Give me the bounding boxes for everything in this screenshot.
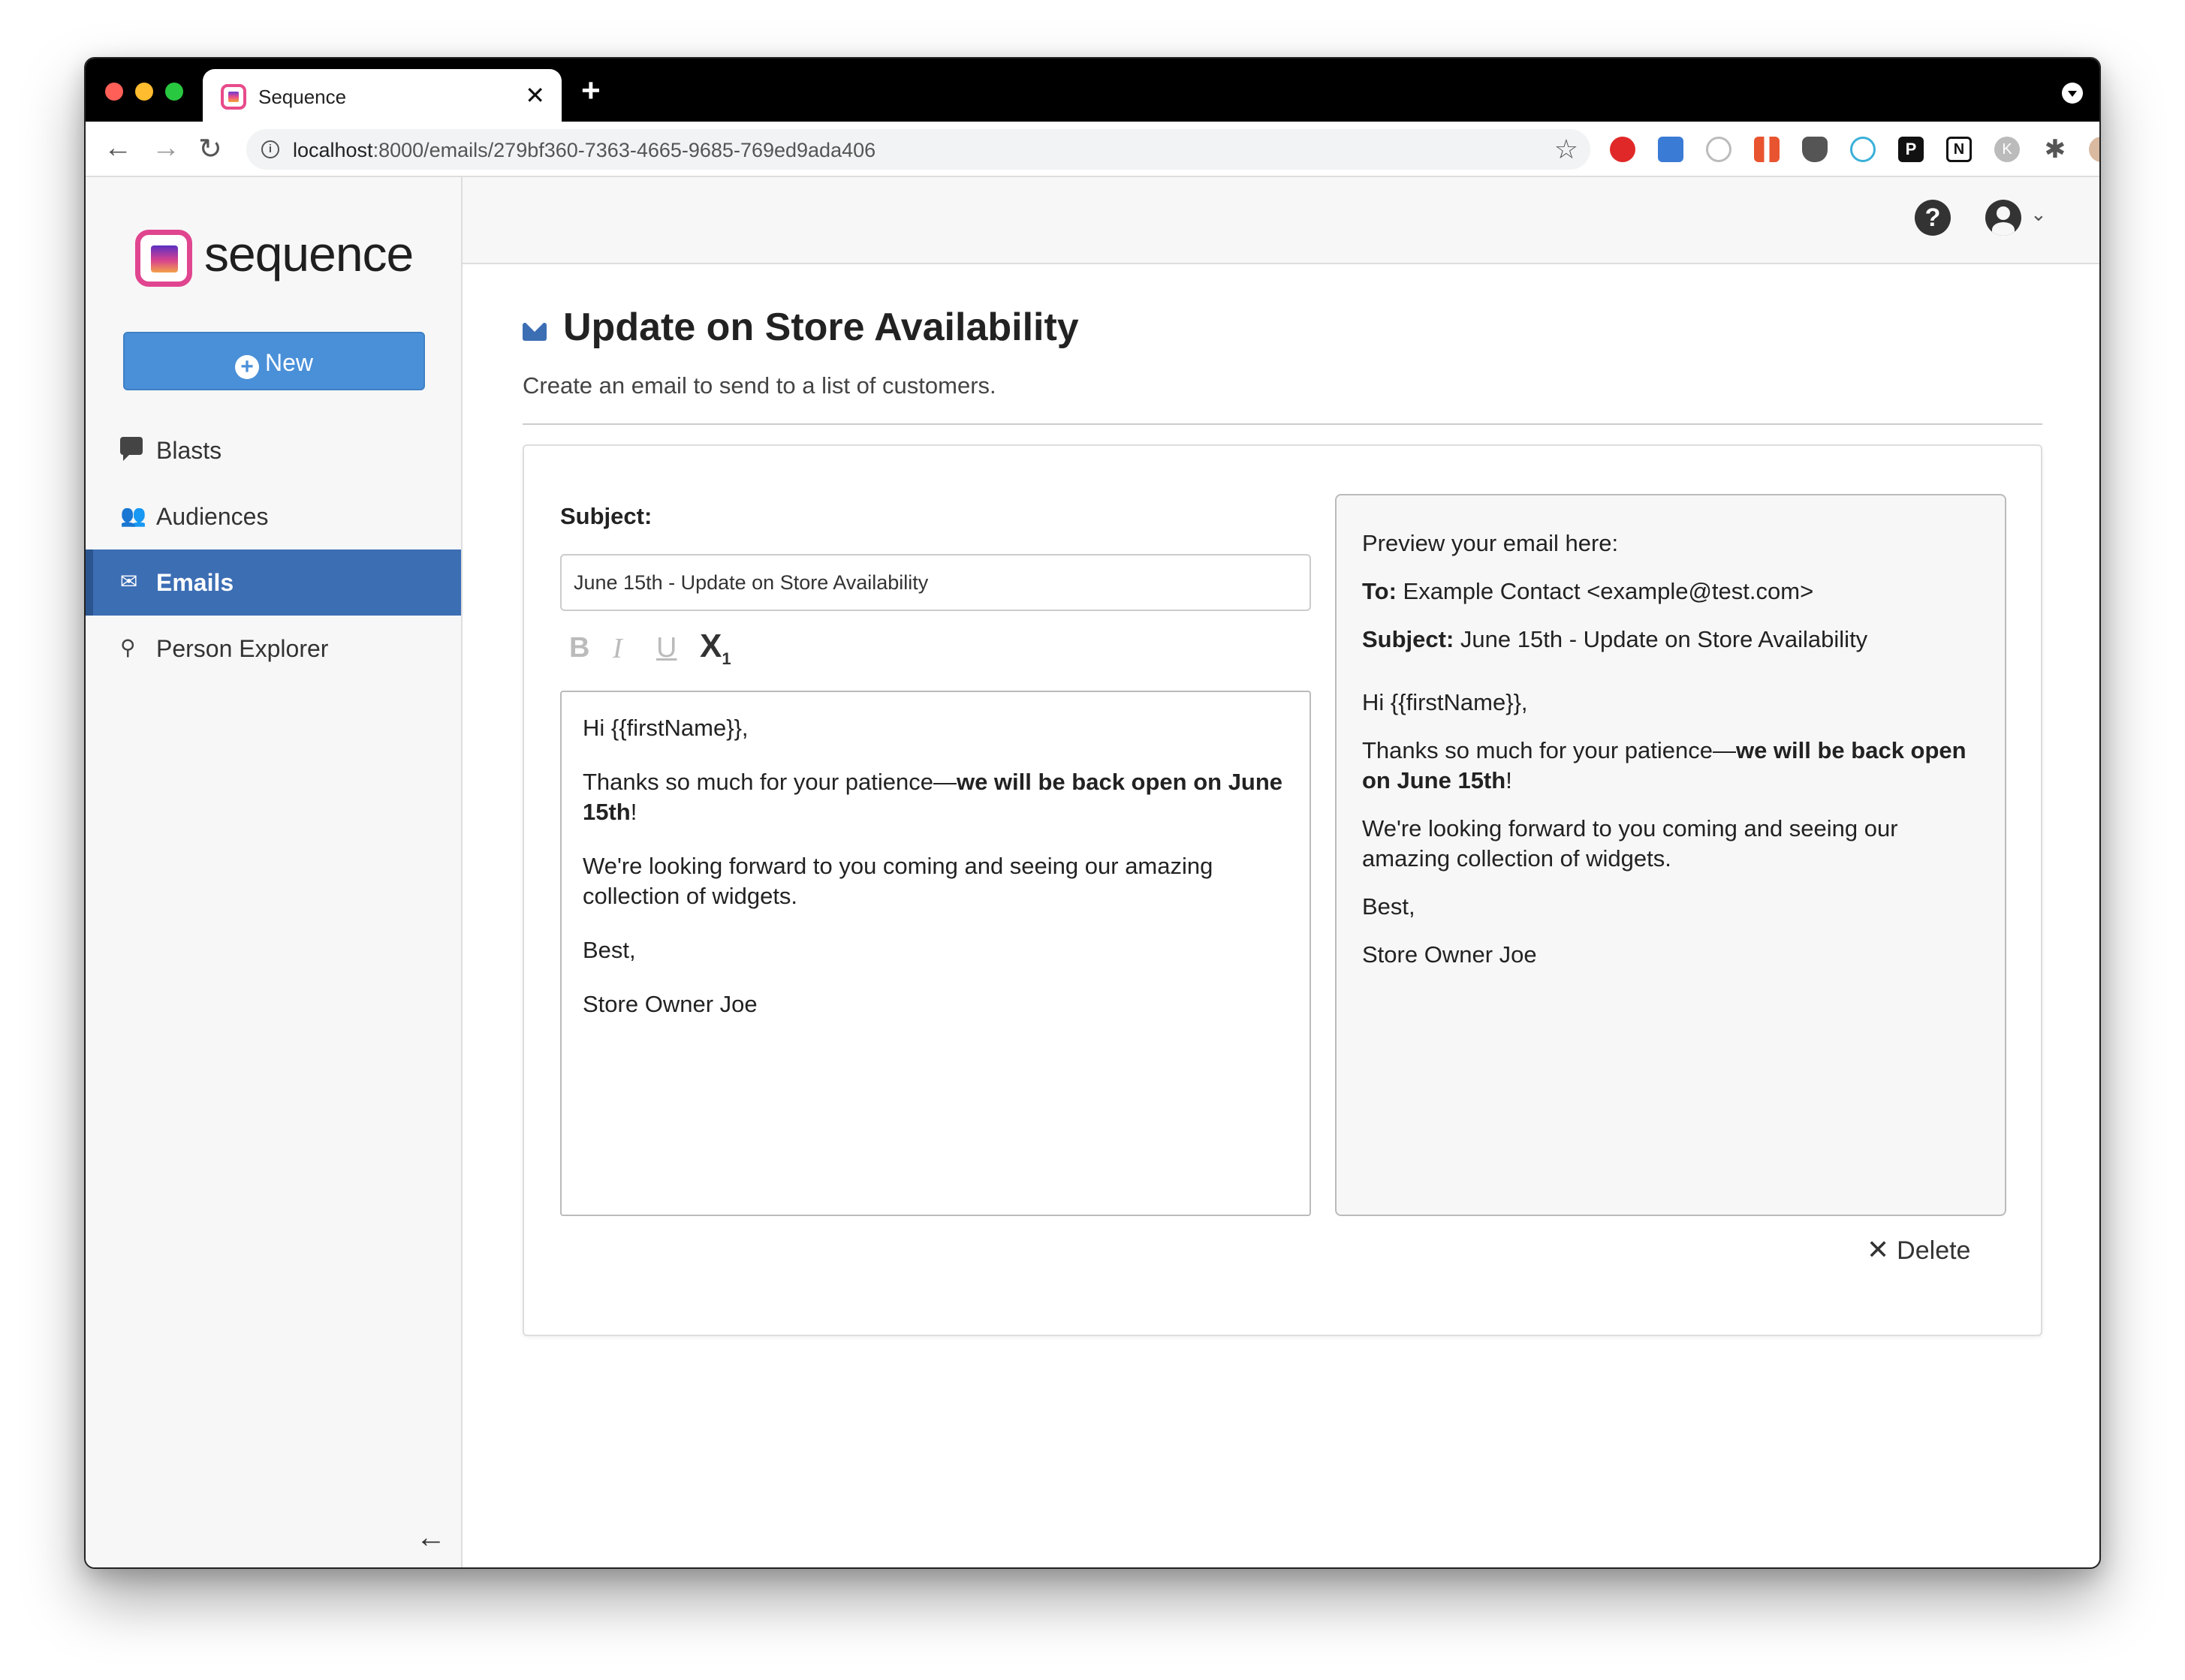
subject-input[interactable]: [560, 554, 1311, 611]
sequence-favicon-icon: [221, 84, 246, 110]
preview-paragraph: We're looking forward to you coming and …: [1362, 815, 1898, 872]
preview-text-end: !: [1505, 767, 1512, 793]
url-text[interactable]: localhost:8000/emails/279bf360-7363-4665…: [293, 139, 876, 162]
chevron-down-icon[interactable]: ⌄: [2030, 203, 2047, 226]
preview-greeting: Hi {{firstName}},: [1362, 689, 1528, 715]
new-tab-button[interactable]: +: [581, 72, 601, 110]
help-icon[interactable]: ?: [1915, 200, 1951, 236]
minimize-window-button[interactable]: [135, 83, 153, 101]
subscript-x: X: [700, 628, 722, 664]
tab-search-icon[interactable]: [2062, 83, 2083, 104]
user-avatar-icon[interactable]: [1985, 200, 2021, 236]
subject-label: Subject:: [560, 503, 652, 529]
extension-download-icon[interactable]: [1658, 137, 1683, 162]
close-icon: ✕: [1867, 1234, 1890, 1265]
email-preview: Preview your email here: To: Example Con…: [1335, 494, 2006, 1216]
plus-circle-icon: +: [234, 355, 259, 379]
bold-button[interactable]: B: [569, 632, 589, 664]
sidebar-item-label: Audiences: [156, 503, 269, 530]
users-icon: 👥: [120, 504, 146, 527]
extension-circle-icon[interactable]: [1706, 137, 1731, 162]
info-icon[interactable]: i: [261, 140, 279, 158]
subscript-1: 1: [722, 649, 731, 668]
browser-titlebar: Sequence ✕ +: [86, 59, 2099, 122]
top-bar: ? ⌄: [463, 177, 2099, 264]
delete-button[interactable]: ✕ Delete: [1867, 1234, 1970, 1266]
sidebar-item-label: Person Explorer: [156, 635, 329, 662]
main-content: ? ⌄ Update on Store Availability Create …: [463, 177, 2099, 1567]
extension-shield-icon[interactable]: [1802, 137, 1828, 162]
tab-close-icon[interactable]: ✕: [525, 81, 545, 110]
extension-red-icon[interactable]: [1610, 137, 1635, 162]
sequence-logo-icon: [135, 230, 192, 287]
browser-tab[interactable]: Sequence ✕: [203, 69, 562, 122]
new-button-label: New: [264, 349, 313, 376]
preview-paragraph: Thanks so much for your patience—we will…: [1362, 736, 1979, 796]
preview-subject: Subject: June 15th - Update on Store Ava…: [1362, 625, 1979, 655]
body-signature: Store Owner Joe: [583, 991, 758, 1017]
sidebar-item-audiences[interactable]: 👥 Audiences: [86, 483, 461, 549]
address-bar[interactable]: i localhost:8000/emails/279bf360-7363-46…: [246, 129, 1590, 170]
preview-subject-value: June 15th - Update on Store Availability: [1454, 626, 1868, 652]
sidebar-item-blasts[interactable]: Blasts: [86, 417, 461, 483]
close-window-button[interactable]: [105, 83, 123, 101]
body-text-end: !: [630, 799, 637, 825]
body-paragraph: We're looking forward to you coming and …: [583, 853, 1213, 909]
preview-to-label: To:: [1362, 578, 1397, 604]
profile-avatar[interactable]: [2089, 137, 2099, 162]
back-arrow-icon[interactable]: ←: [104, 132, 132, 164]
forward-arrow-icon[interactable]: →: [152, 132, 180, 164]
preview-signoff: Best,: [1362, 893, 1415, 920]
extension-notion-icon[interactable]: N: [1946, 137, 1972, 162]
bookmark-star-icon[interactable]: ☆: [1554, 134, 1578, 165]
browser-toolbar: ← → ↻ i localhost:8000/emails/279bf360-7…: [86, 122, 2099, 177]
preview-to: To: Example Contact <example@test.com>: [1362, 577, 1979, 607]
page-title: Update on Store Availability: [563, 306, 1079, 349]
extension-react-icon[interactable]: [1850, 137, 1876, 162]
app: sequence + New Blasts 👥 Audiences ✉ Email…: [86, 177, 2099, 1567]
extension-k-icon[interactable]: K: [1994, 137, 2020, 162]
underline-button[interactable]: U: [656, 632, 677, 664]
sidebar-item-label: Blasts: [156, 437, 222, 464]
sidebar: sequence + New Blasts 👥 Audiences ✉ Email…: [86, 177, 463, 1567]
url-path: :8000/emails/279bf360-7363-4665-9685-769…: [372, 139, 876, 161]
body-text: Thanks so much for your patience—: [583, 769, 957, 795]
collapse-sidebar-arrow-icon[interactable]: ←: [416, 1521, 446, 1555]
sidebar-item-person-explorer[interactable]: ⚲ Person Explorer: [86, 616, 461, 682]
envelope-icon: [523, 323, 547, 341]
envelope-icon: ✉: [120, 570, 138, 593]
email-body-editor[interactable]: Hi {{firstName}}, Thanks so much for you…: [560, 691, 1311, 1216]
new-button[interactable]: + New: [123, 332, 425, 390]
page-description: Create an email to send to a list of cus…: [523, 372, 996, 399]
reload-icon[interactable]: ↻: [198, 132, 222, 166]
preview-signature: Store Owner Joe: [1362, 941, 1537, 968]
preview-heading: Preview your email here:: [1362, 530, 1619, 556]
url-host: localhost: [293, 139, 373, 161]
chat-icon: [120, 437, 143, 461]
sidebar-item-emails[interactable]: ✉ Emails: [86, 549, 461, 616]
italic-button[interactable]: I: [613, 632, 622, 665]
preview-to-value: Example Contact <example@test.com>: [1396, 578, 1814, 604]
email-editor-card: Subject: B I U X1 Hi {{firstName}}, Than…: [523, 444, 2042, 1336]
delete-label: Delete: [1897, 1236, 1971, 1265]
maximize-window-button[interactable]: [165, 83, 183, 101]
body-paragraph: Thanks so much for your patience—we will…: [583, 767, 1288, 827]
search-icon: ⚲: [120, 636, 136, 659]
divider: [523, 423, 2042, 425]
tab-title: Sequence: [258, 86, 347, 108]
extension-p-icon[interactable]: P: [1898, 137, 1924, 162]
preview-text: Thanks so much for your patience—: [1362, 737, 1736, 763]
body-greeting: Hi {{firstName}},: [583, 715, 749, 741]
sidebar-item-label: Emails: [156, 569, 234, 596]
browser-window: Sequence ✕ + ← → ↻ i localhost:8000/emai…: [84, 57, 2101, 1569]
extension-bars-icon[interactable]: [1754, 137, 1780, 162]
subscript-button[interactable]: X1: [700, 628, 731, 669]
extensions-puzzle-icon[interactable]: ✱: [2042, 137, 2068, 162]
preview-subject-label: Subject:: [1362, 626, 1454, 652]
body-signoff: Best,: [583, 937, 636, 963]
logo-text: sequence: [204, 226, 414, 282]
